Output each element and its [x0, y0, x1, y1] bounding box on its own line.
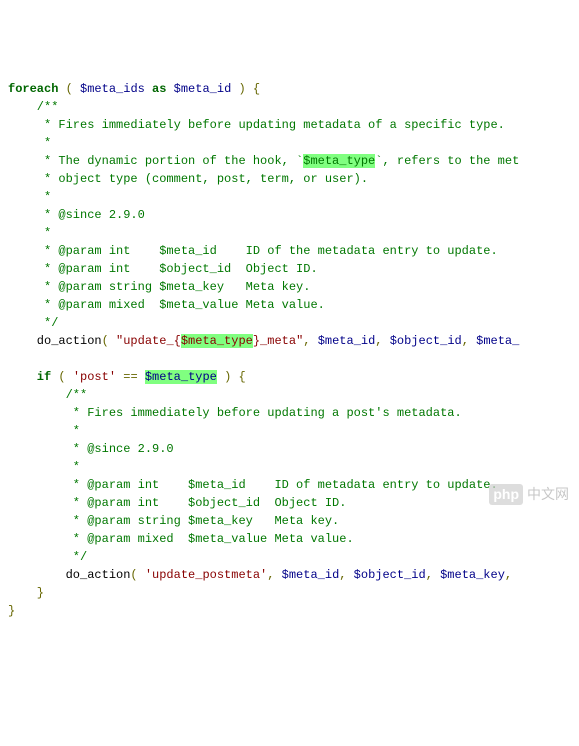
- comma: ,: [426, 568, 440, 582]
- var: $object_id: [354, 568, 426, 582]
- var: $meta_id: [282, 568, 340, 582]
- comment-line: /**: [8, 100, 58, 114]
- comment-line: * @param string $meta_key Meta key.: [8, 514, 339, 528]
- comment-line: *: [8, 460, 80, 474]
- operator-eq: ==: [116, 370, 145, 384]
- comment-line: * @param mixed $meta_value Meta value.: [8, 532, 354, 546]
- var: $object_id: [390, 334, 462, 348]
- comment-line: * @param string $meta_key Meta key.: [8, 280, 310, 294]
- watermark-logo: php: [489, 484, 523, 505]
- highlight-meta-type: $meta_type: [303, 154, 375, 168]
- comment-line: *: [8, 424, 80, 438]
- string: "update_{: [116, 334, 181, 348]
- highlight-meta-type: $meta_type: [145, 370, 217, 384]
- comment-line: * @param int $meta_id ID of metadata ent…: [8, 478, 498, 492]
- comment-line: */: [8, 316, 58, 330]
- keyword-as: as: [145, 82, 174, 96]
- comment-line: /**: [8, 388, 87, 402]
- watermark: php 中文网: [489, 484, 569, 505]
- brace: ) {: [231, 82, 260, 96]
- comma: ,: [267, 568, 281, 582]
- comment-line: * @param int $object_id Object ID.: [8, 262, 318, 276]
- comment-line: * @param int $meta_id ID of the metadata…: [8, 244, 498, 258]
- fn-do-action: do_action: [8, 334, 102, 348]
- keyword-if: if: [8, 370, 51, 384]
- var-meta-id: $meta_id: [174, 82, 232, 96]
- comment-line: * @since 2.9.0: [8, 442, 174, 456]
- var: $meta_id: [318, 334, 376, 348]
- fn-do-action: do_action: [8, 568, 130, 582]
- string: 'update_postmeta': [145, 568, 267, 582]
- comment-line: `, refers to the met: [375, 154, 519, 168]
- comment-line: *: [8, 190, 51, 204]
- watermark-text: 中文网: [527, 484, 569, 505]
- var: $meta_: [476, 334, 519, 348]
- code-block: foreach ( $meta_ids as $meta_id ) { /** …: [8, 80, 571, 620]
- string: 'post': [73, 370, 116, 384]
- var: $meta_key: [440, 568, 505, 582]
- comma: ,: [505, 568, 512, 582]
- brace: ) {: [217, 370, 246, 384]
- comma: ,: [462, 334, 476, 348]
- paren: (: [130, 568, 144, 582]
- highlight-meta-type: $meta_type: [181, 334, 253, 348]
- comment-line: * The dynamic portion of the hook, `: [8, 154, 303, 168]
- comment-line: * @param mixed $meta_value Meta value.: [8, 298, 325, 312]
- paren: (: [102, 334, 116, 348]
- comma: ,: [375, 334, 389, 348]
- comma: ,: [339, 568, 353, 582]
- comment-line: * object type (comment, post, term, or u…: [8, 172, 368, 186]
- var-meta-ids: $meta_ids: [80, 82, 145, 96]
- comma: ,: [303, 334, 317, 348]
- string: }_meta": [253, 334, 303, 348]
- brace-close: }: [8, 604, 15, 618]
- comment-line: */: [8, 550, 87, 564]
- comment-line: *: [8, 226, 51, 240]
- comment-line: * @since 2.9.0: [8, 208, 145, 222]
- comment-line: * Fires immediately before updating a po…: [8, 406, 462, 420]
- comment-line: * @param int $object_id Object ID.: [8, 496, 346, 510]
- paren: (: [58, 82, 80, 96]
- comment-line: * Fires immediately before updating meta…: [8, 118, 505, 132]
- brace-close: }: [8, 586, 44, 600]
- comment-line: *: [8, 136, 51, 150]
- paren: (: [51, 370, 73, 384]
- keyword-foreach: foreach: [8, 82, 58, 96]
